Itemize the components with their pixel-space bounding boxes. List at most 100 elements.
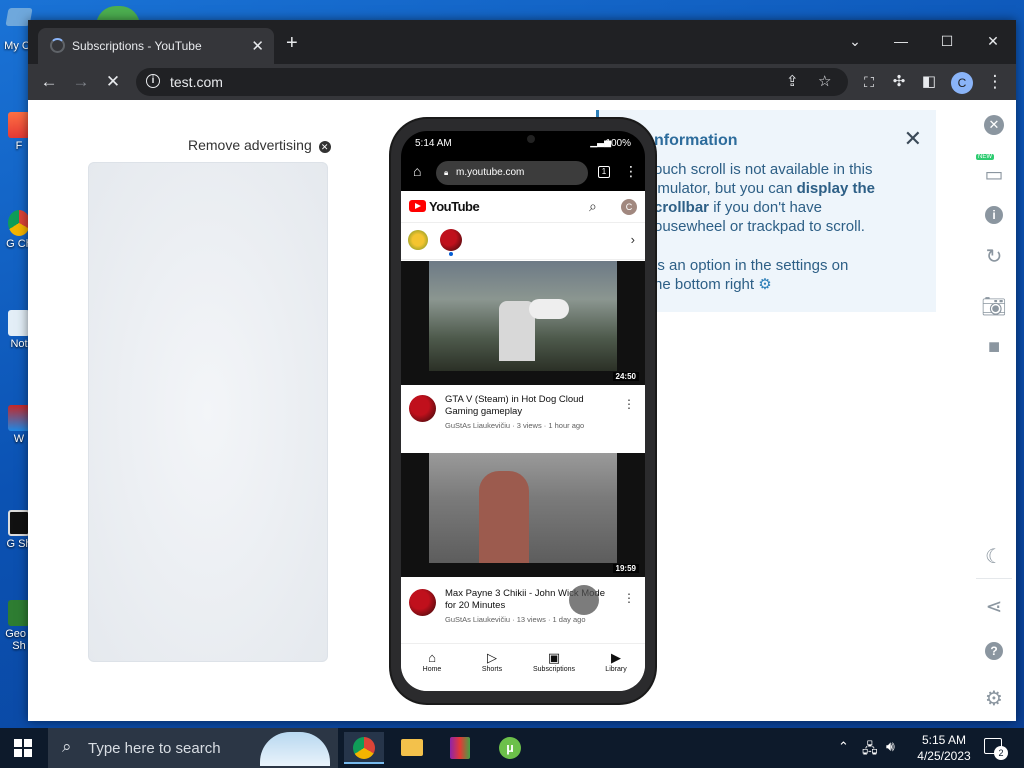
notifications-button[interactable]: 2	[984, 738, 1008, 768]
volume-icon[interactable]: 🔊︎	[886, 738, 895, 768]
youtube-search-icon[interactable]: ⌕	[589, 198, 597, 215]
tool-close-icon[interactable]: ✕	[976, 112, 1012, 135]
taskbar-search-box[interactable]: ⌕ Type here to search	[48, 728, 338, 768]
remove-advertising-label: Remove advertising	[188, 137, 312, 153]
home-icon: ⌂	[428, 650, 436, 665]
new-content-dot	[449, 252, 453, 256]
character-figure-2	[479, 471, 529, 563]
maximize-button[interactable]: ☐	[924, 26, 970, 56]
youtube-account-avatar[interactable]: C	[621, 199, 637, 215]
nav-subscriptions[interactable]: ▣ Subscriptions	[529, 650, 579, 673]
youtube-logo-icon[interactable]	[409, 200, 426, 212]
minimize-button[interactable]: —	[878, 26, 924, 56]
video-subtitle-2: GuStAs Liaukevičiu · 13 views · 1 day ag…	[445, 615, 586, 624]
video-duration-1: 24:50	[612, 372, 639, 381]
tool-devices-icon[interactable]: NEW ▭	[976, 154, 1012, 187]
tool-share-icon[interactable]: ⋖	[976, 594, 1012, 619]
video-more-icon-1[interactable]: ⋮	[623, 397, 635, 411]
tab-search-dropdown-icon[interactable]: ⌄	[832, 26, 878, 56]
tool-screenshot-camera-icon[interactable]: 📷︎	[976, 294, 1012, 319]
shorts-icon: ▷	[487, 650, 497, 665]
youtube-brand[interactable]: YouTube	[429, 199, 480, 214]
taskbar: ⌕ Type here to search µ ⌃ 🖧︎ 🔊︎ 5:15 AM …	[0, 728, 1024, 768]
video-thumbnail-1[interactable]: 24:50	[401, 261, 645, 385]
mobile-menu-icon[interactable]: ⋮	[624, 163, 638, 180]
browser-toolbar: ← → ✕ i test.com ⇪ ☆ ⛶ ✣ ◧ C ⋮	[28, 64, 1016, 100]
tab-title: Subscriptions - YouTube	[72, 39, 202, 53]
mobile-address-bar[interactable]: 🔒︎ m.youtube.com	[436, 161, 588, 185]
remove-advertising-link[interactable]: Remove advertising ✕	[188, 137, 331, 153]
nav-library[interactable]: ▶ Library	[591, 650, 641, 673]
side-panel-icon[interactable]: ◧	[916, 64, 942, 100]
lock-icon: 🔒︎	[444, 168, 449, 177]
video-more-icon-2[interactable]: ⋮	[623, 591, 635, 605]
windows-start-icon[interactable]	[14, 739, 32, 757]
video-channel-avatar-2[interactable]	[409, 589, 436, 616]
site-info-icon[interactable]: i	[146, 74, 160, 88]
info-paragraph-1: ouch scroll is not available in this imu…	[654, 161, 875, 235]
tray-chevron-up-icon[interactable]: ⌃	[838, 739, 849, 768]
notification-count: 2	[994, 746, 1008, 760]
clock[interactable]: 5:15 AM 4/25/2023	[914, 732, 974, 768]
phone-status-bar: 5:14 AM ▁▃▅ 100%	[401, 131, 645, 155]
taskbar-utorrent-icon[interactable]: µ	[490, 732, 530, 764]
youtube-header: YouTube ⌕ C	[401, 191, 645, 223]
info-close-icon[interactable]: ✕	[904, 126, 922, 152]
phone-time: 5:14 AM	[415, 138, 452, 149]
extensions-puzzle-icon[interactable]: ✣	[886, 64, 912, 100]
taskbar-winrar-icon[interactable]	[440, 732, 480, 764]
taskbar-chrome-icon[interactable]	[344, 732, 384, 764]
chrome-menu-icon[interactable]: ⋮	[982, 64, 1008, 100]
tool-help-icon[interactable]: ?	[976, 638, 1012, 661]
loading-spinner-icon	[50, 38, 65, 53]
network-icon[interactable]: 🖧︎	[862, 738, 878, 768]
share-icon[interactable]: ⇪	[786, 72, 799, 90]
video-title-1[interactable]: GTA V (Steam) in Hot Dog Cloud Gaming ga…	[445, 394, 605, 418]
tool-rotate-icon[interactable]: ↻	[976, 244, 1012, 269]
new-badge: NEW	[976, 154, 994, 160]
tool-settings-icon[interactable]: ⚙	[976, 686, 1012, 711]
tool-record-video-icon[interactable]: ■	[976, 336, 1012, 359]
url-text[interactable]: test.com	[170, 74, 223, 90]
address-bar[interactable]: i test.com ⇪ ☆	[136, 68, 848, 96]
mobile-tabs-button[interactable]: 1	[598, 166, 610, 178]
phone-emulator[interactable]: 5:14 AM ▁▃▅ 100% ⌂ 🔒︎ m.youtube.com 1 ⋮	[391, 119, 655, 703]
new-tab-button[interactable]: +	[286, 33, 298, 53]
mobile-url: m.youtube.com	[456, 167, 525, 178]
nav-home[interactable]: ⌂ Home	[407, 650, 457, 673]
info-heading: nformation	[654, 132, 738, 149]
mobile-home-icon[interactable]: ⌂	[413, 163, 421, 179]
bookmark-star-icon[interactable]: ☆	[818, 72, 831, 90]
battery-percent: 100%	[605, 138, 631, 149]
front-camera	[527, 135, 535, 143]
back-icon[interactable]: ←	[36, 64, 62, 100]
clock-date: 4/25/2023	[917, 749, 971, 763]
remove-ad-close-icon[interactable]: ✕	[318, 141, 331, 153]
channels-chevron-right-icon[interactable]: ›	[631, 232, 635, 247]
tool-info-icon[interactable]: i	[976, 202, 1012, 225]
page-content: Remove advertising ✕ nformation ✕ ouch s…	[28, 100, 1016, 721]
car-shape	[529, 299, 569, 319]
forward-icon[interactable]: →	[68, 64, 94, 100]
chrome-window: Subscriptions - YouTube ✕ + ⌄ — ☐ ✕ ← → …	[28, 20, 1016, 721]
channel-avatar-2[interactable]	[440, 229, 462, 251]
search-icon: ⌕	[62, 737, 72, 756]
max-payne-gameplay-image	[429, 453, 617, 563]
tab-strip: Subscriptions - YouTube ✕ + ⌄ — ☐ ✕	[28, 20, 1016, 64]
video-meta-2[interactable]: Max Payne 3 Chikii - John Wick Mode for …	[401, 581, 645, 637]
channel-avatar-1[interactable]	[408, 230, 428, 250]
profile-avatar[interactable]: C	[951, 72, 973, 94]
video-channel-avatar-1[interactable]	[409, 395, 436, 422]
tab-subscriptions[interactable]: Subscriptions - YouTube ✕	[38, 28, 274, 64]
close-window-button[interactable]: ✕	[970, 26, 1016, 56]
phone-screen[interactable]: 5:14 AM ▁▃▅ 100% ⌂ 🔒︎ m.youtube.com 1 ⋮	[401, 131, 645, 691]
video-meta-1[interactable]: GTA V (Steam) in Hot Dog Cloud Gaming ga…	[401, 387, 645, 443]
extension-translate-icon[interactable]: ⛶	[856, 64, 882, 100]
tab-close-icon[interactable]: ✕	[251, 37, 264, 55]
info-paragraph-2: is an option in the settings on he botto…	[654, 257, 849, 293]
video-thumbnail-2[interactable]: 19:59	[401, 453, 645, 577]
stop-loading-icon[interactable]: ✕	[100, 64, 126, 100]
tool-dark-mode-icon[interactable]: ☾	[976, 544, 1012, 569]
nav-shorts[interactable]: ▷ Shorts	[467, 650, 517, 673]
taskbar-file-explorer-icon[interactable]	[392, 732, 432, 764]
